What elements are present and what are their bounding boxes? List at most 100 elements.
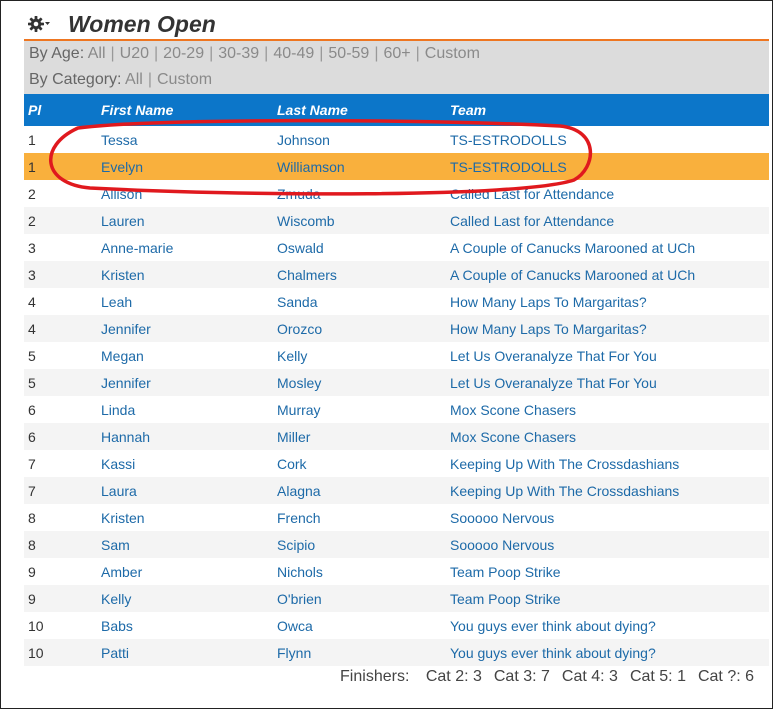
first-name-link[interactable]: Megan	[101, 348, 144, 364]
team-link[interactable]: You guys ever think about dying?	[450, 618, 656, 634]
page-title: Women Open	[68, 11, 216, 37]
first-name-link[interactable]: Hannah	[101, 429, 150, 445]
table-cell: Oswald	[273, 234, 446, 261]
age-filter-40-49[interactable]: 40-49	[273, 45, 314, 62]
first-name-link[interactable]: Lauren	[101, 213, 145, 229]
team-link[interactable]: Sooooo Nervous	[450, 510, 554, 526]
team-link[interactable]: Called Last for Attendance	[450, 213, 614, 229]
first-name-link[interactable]: Jennifer	[101, 375, 151, 391]
last-name-link[interactable]: Wiscomb	[277, 213, 335, 229]
first-name-link[interactable]: Babs	[101, 618, 133, 634]
team-link[interactable]: A Couple of Canucks Marooned at UCh	[450, 240, 695, 256]
finishers-label: Finishers:	[340, 668, 410, 685]
team-link[interactable]: Sooooo Nervous	[450, 537, 554, 553]
table-cell: A Couple of Canucks Marooned at UCh	[446, 261, 769, 288]
first-name-link[interactable]: Anne-marie	[101, 240, 173, 256]
first-name-link[interactable]: Laura	[101, 483, 137, 499]
finisher-category-count: Cat ?: 6	[697, 668, 754, 685]
first-name-link[interactable]: Linda	[101, 402, 135, 418]
table-cell: Keeping Up With The Crossdashians	[446, 477, 769, 504]
team-link[interactable]: Called Last for Attendance	[450, 186, 614, 202]
age-filter-custom[interactable]: Custom	[425, 45, 480, 62]
table-cell: Chalmers	[273, 261, 446, 288]
last-name-link[interactable]: Murray	[277, 402, 321, 418]
last-name-link[interactable]: O'brien	[277, 591, 322, 607]
first-name-link[interactable]: Amber	[101, 564, 142, 580]
table-cell: Team Poop Strike	[446, 585, 769, 612]
table-cell: You guys ever think about dying?	[446, 639, 769, 666]
last-name-link[interactable]: French	[277, 510, 321, 526]
table-cell: Amber	[97, 558, 273, 585]
last-name-link[interactable]: Chalmers	[277, 267, 337, 283]
team-link[interactable]: Team Poop Strike	[450, 591, 561, 607]
last-name-link[interactable]: Johnson	[277, 132, 330, 148]
last-name-link[interactable]: Miller	[277, 429, 310, 445]
first-name-link[interactable]: Jennifer	[101, 321, 151, 337]
last-name-link[interactable]: Mosley	[277, 375, 321, 391]
first-name-link[interactable]: Kristen	[101, 267, 145, 283]
gear-icon[interactable]	[27, 14, 50, 34]
table-cell: Kassi	[97, 450, 273, 477]
place-cell: 4	[24, 315, 97, 342]
column-header-team[interactable]: Team	[446, 94, 769, 126]
first-name-link[interactable]: Kristen	[101, 510, 145, 526]
first-name-link[interactable]: Tessa	[101, 132, 138, 148]
team-link[interactable]: Let Us Overanalyze That For You	[450, 375, 657, 391]
last-name-link[interactable]: Zmuda	[277, 186, 321, 202]
column-header-place[interactable]: Pl	[24, 94, 97, 126]
last-name-link[interactable]: Orozco	[277, 321, 322, 337]
first-name-link[interactable]: Kelly	[101, 591, 131, 607]
age-filter-20-29[interactable]: 20-29	[163, 45, 204, 62]
table-cell: Williamson	[273, 153, 446, 180]
table-cell: Evelyn	[97, 153, 273, 180]
last-name-link[interactable]: Alagna	[277, 483, 321, 499]
team-link[interactable]: A Couple of Canucks Marooned at UCh	[450, 267, 695, 283]
last-name-link[interactable]: Williamson	[277, 159, 345, 175]
table-cell: Laura	[97, 477, 273, 504]
last-name-link[interactable]: Flynn	[277, 645, 311, 661]
team-link[interactable]: TS-ESTRODOLLS	[450, 159, 567, 175]
table-cell: Keeping Up With The Crossdashians	[446, 450, 769, 477]
last-name-link[interactable]: Owca	[277, 618, 313, 634]
age-filter-60[interactable]: 60+	[383, 45, 410, 62]
age-filter-all[interactable]: All	[88, 45, 106, 62]
place-cell: 9	[24, 558, 97, 585]
team-link[interactable]: Team Poop Strike	[450, 564, 561, 580]
table-row: 10 Patti Flynn You guys ever think about dy…	[24, 639, 769, 666]
last-name-link[interactable]: Oswald	[277, 240, 324, 256]
last-name-link[interactable]: Nichols	[277, 564, 323, 580]
first-name-link[interactable]: Patti	[101, 645, 129, 661]
age-filter-u20[interactable]: U20	[120, 45, 149, 62]
column-header-last-name[interactable]: Last Name	[273, 94, 446, 126]
age-filter-50-59[interactable]: 50-59	[328, 45, 369, 62]
first-name-link[interactable]: Sam	[101, 537, 130, 553]
place-cell: 6	[24, 423, 97, 450]
last-name-link[interactable]: Cork	[277, 456, 307, 472]
finisher-category-count: Cat 2: 3	[425, 668, 482, 685]
team-link[interactable]: Mox Scone Chasers	[450, 429, 576, 445]
team-link[interactable]: Let Us Overanalyze That For You	[450, 348, 657, 364]
table-row: 2 Allison Zmuda Called Last for Attendance	[24, 180, 769, 207]
table-cell: Mox Scone Chasers	[446, 423, 769, 450]
team-link[interactable]: You guys ever think about dying?	[450, 645, 656, 661]
first-name-link[interactable]: Evelyn	[101, 159, 143, 175]
first-name-link[interactable]: Allison	[101, 186, 142, 202]
last-name-link[interactable]: Kelly	[277, 348, 307, 364]
team-link[interactable]: How Many Laps To Margaritas?	[450, 321, 647, 337]
first-name-link[interactable]: Leah	[101, 294, 132, 310]
table-cell: Team Poop Strike	[446, 558, 769, 585]
last-name-link[interactable]: Sanda	[277, 294, 317, 310]
first-name-link[interactable]: Kassi	[101, 456, 135, 472]
team-link[interactable]: Keeping Up With The Crossdashians	[450, 483, 679, 499]
table-cell: French	[273, 504, 446, 531]
column-header-first-name[interactable]: First Name	[97, 94, 273, 126]
table-cell: Sanda	[273, 288, 446, 315]
category-filter-all[interactable]: All	[125, 71, 143, 88]
team-link[interactable]: Keeping Up With The Crossdashians	[450, 456, 679, 472]
age-filter-30-39[interactable]: 30-39	[218, 45, 259, 62]
category-filter-custom[interactable]: Custom	[157, 71, 212, 88]
team-link[interactable]: TS-ESTRODOLLS	[450, 132, 567, 148]
last-name-link[interactable]: Scipio	[277, 537, 315, 553]
team-link[interactable]: How Many Laps To Margaritas?	[450, 294, 647, 310]
team-link[interactable]: Mox Scone Chasers	[450, 402, 576, 418]
